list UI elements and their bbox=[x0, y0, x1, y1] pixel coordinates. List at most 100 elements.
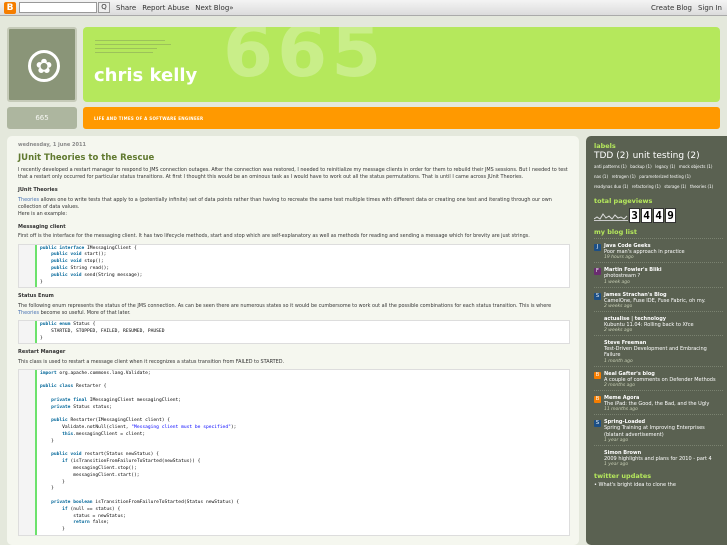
sparkline-icon bbox=[593, 211, 628, 221]
post-intro: I recently developed a restart manager t… bbox=[18, 167, 568, 181]
post-title[interactable]: JUnit Theories to the Rescue bbox=[18, 153, 154, 163]
labels-cloud: TDD (2) unit testing (2) anti patterns (… bbox=[594, 152, 721, 192]
code-line: } bbox=[40, 486, 54, 492]
code-line: private final IMessagingClient messaging… bbox=[40, 398, 182, 403]
blog-post-time: 2 weeks ago bbox=[604, 328, 633, 334]
post-paragraph: This class is used to restart a message … bbox=[18, 358, 285, 365]
blog-post-time: 2 months ago bbox=[604, 383, 636, 389]
header-bg-number: 665 bbox=[223, 27, 386, 93]
create-blog-link[interactable]: Create Blog bbox=[651, 4, 692, 12]
code-line: } bbox=[40, 479, 65, 485]
label-link[interactable]: theories (1) bbox=[690, 184, 713, 189]
code-line: public void start(); bbox=[40, 252, 107, 258]
code-line: } bbox=[40, 335, 43, 341]
code-line: public String read(); bbox=[40, 266, 110, 272]
blog-title[interactable]: chris kelly bbox=[94, 65, 197, 86]
report-abuse-link[interactable]: Report Abuse bbox=[142, 4, 189, 12]
code-block: import org.apache.commons.lang.Validate;… bbox=[18, 368, 570, 536]
blog-favicon-icon: B bbox=[594, 371, 601, 379]
label-link[interactable]: storage (1) bbox=[664, 184, 686, 189]
twitter-title: twitter updates bbox=[594, 472, 652, 481]
counter-digit: 4 bbox=[641, 208, 652, 223]
blog-favicon-icon: S bbox=[594, 292, 601, 300]
blog-post-time: 1 week ago bbox=[604, 279, 630, 285]
blogger-logo-icon[interactable]: B bbox=[4, 1, 16, 14]
label-link[interactable]: anti patterns (1) bbox=[594, 164, 627, 169]
blog-post-time: 1 month ago bbox=[604, 358, 633, 364]
paragraph-text: Here is an example: bbox=[18, 211, 67, 218]
code-line: public class Restarter { bbox=[40, 384, 107, 390]
label-link[interactable]: TDD (2) bbox=[594, 151, 629, 161]
code-line: public void send(String message); bbox=[40, 272, 143, 278]
code-line: import org.apache.commons.lang.Validate; bbox=[40, 370, 151, 376]
label-link[interactable]: nas (1) bbox=[594, 174, 608, 179]
label-link[interactable]: parameterized testing (1) bbox=[639, 174, 690, 179]
code-line: private Status status; bbox=[40, 404, 112, 410]
share-link[interactable]: Share bbox=[116, 4, 136, 12]
blog-favicon-icon bbox=[594, 316, 601, 324]
code-line: public enum Status { bbox=[40, 322, 96, 328]
pageviews-title: total pageviews bbox=[594, 197, 653, 205]
search-input[interactable] bbox=[19, 2, 97, 13]
search-button[interactable]: Q bbox=[98, 2, 110, 13]
code-line: messagingClient.stop(); bbox=[40, 465, 137, 471]
counter-digit: 4 bbox=[653, 208, 664, 223]
code-line: } bbox=[40, 527, 65, 533]
blog-favicon-icon: S bbox=[594, 420, 601, 428]
blog-list-item: B Meme Agora The iPad: the Good, the Bad, … bbox=[594, 390, 723, 414]
label-link[interactable]: mock objects (1) bbox=[679, 164, 712, 169]
section-heading: Status Enum bbox=[18, 293, 54, 300]
blog-favicon-icon: B bbox=[594, 396, 601, 404]
code-line: if (isTransitionFromFailureToStarted(new… bbox=[40, 459, 201, 465]
label-link[interactable]: legacy (1) bbox=[655, 164, 675, 169]
blog-header: 665 chris kelly bbox=[83, 27, 720, 102]
post-date: wednesday, 1 june 2011 bbox=[18, 142, 86, 148]
blog-favicon-icon bbox=[594, 341, 601, 349]
post-paragraph: Theories allows one to write tests that … bbox=[18, 197, 570, 219]
code-line: public interface IMessagingClient { bbox=[40, 245, 137, 251]
paragraph-text: allows one to write tests that apply to … bbox=[18, 196, 552, 210]
twitter-text: What's bright idea to clone the bbox=[598, 482, 676, 489]
code-line: messagingClient.start(); bbox=[40, 472, 140, 478]
tagline-left-block: 665 bbox=[7, 107, 77, 129]
code-line: return false; bbox=[40, 520, 110, 526]
label-link[interactable]: refactoring (1) bbox=[632, 184, 661, 189]
code-line: STARTED, STOPPED, FAILED, RESUMED, PAUSE… bbox=[40, 328, 165, 334]
blog-post-link[interactable]: Spring Training at Improving Enterprises… bbox=[604, 425, 723, 438]
blog-list-item: J Java Code Geeks Poor man's approach in p… bbox=[594, 238, 723, 262]
code-line: this.messagingClient = client; bbox=[40, 431, 146, 437]
code-block: public enum Status { STARTED, STOPPED, F… bbox=[18, 320, 570, 345]
section-heading: Messaging client bbox=[18, 224, 66, 231]
next-blog-link[interactable]: Next Blog» bbox=[195, 4, 233, 12]
code-line: if (null == status) { bbox=[40, 506, 121, 512]
flower-logo-icon: ✿ bbox=[28, 50, 60, 82]
sign-in-link[interactable]: Sign In bbox=[698, 4, 722, 12]
label-link[interactable]: unit testing (2) bbox=[633, 151, 700, 161]
label-link[interactable]: readynas duo (1) bbox=[594, 184, 628, 189]
label-link[interactable]: retrogen (1) bbox=[612, 174, 636, 179]
blog-favicon-icon: J bbox=[594, 244, 601, 251]
code-block: public interface IMessagingClient { publ… bbox=[18, 243, 570, 289]
paragraph-text: The following enum represents the status… bbox=[18, 302, 552, 309]
blog-favicon-icon: F bbox=[594, 268, 601, 276]
bloglist-title: my blog list bbox=[594, 228, 637, 236]
blog-list-item: Steve Freeman Test-Driven Development and… bbox=[594, 335, 723, 366]
post-body: I recently developed a restart manager t… bbox=[18, 167, 570, 541]
pageviews-counter: 3449 bbox=[593, 208, 727, 223]
blog-post-time: 1 year ago bbox=[604, 462, 629, 468]
blog-post-link[interactable]: Test-Driven Development and Embracing Fa… bbox=[604, 346, 723, 359]
blog-list-item: S James Strachan's Blog CamelOne, Fuse IDE… bbox=[594, 286, 723, 311]
blog-post-time: 2 weeks ago bbox=[604, 303, 633, 309]
post-paragraph: First off is the interface for the messa… bbox=[18, 233, 530, 240]
blog-favicon-icon bbox=[594, 450, 601, 458]
blog-post-link[interactable]: CamelOne, Fuse IDE, Fuse Fabric, oh my. bbox=[604, 298, 723, 304]
label-link[interactable]: backup (1) bbox=[630, 164, 651, 169]
theories-link[interactable]: Theories bbox=[18, 310, 39, 316]
code-line: } bbox=[40, 438, 54, 444]
code-line: } bbox=[40, 279, 43, 285]
blog-post-time: 11 months ago bbox=[604, 407, 638, 413]
navbar: B Q Share Report Abuse Next Blog» Create… bbox=[0, 0, 727, 16]
theories-link[interactable]: Theories bbox=[18, 197, 39, 203]
